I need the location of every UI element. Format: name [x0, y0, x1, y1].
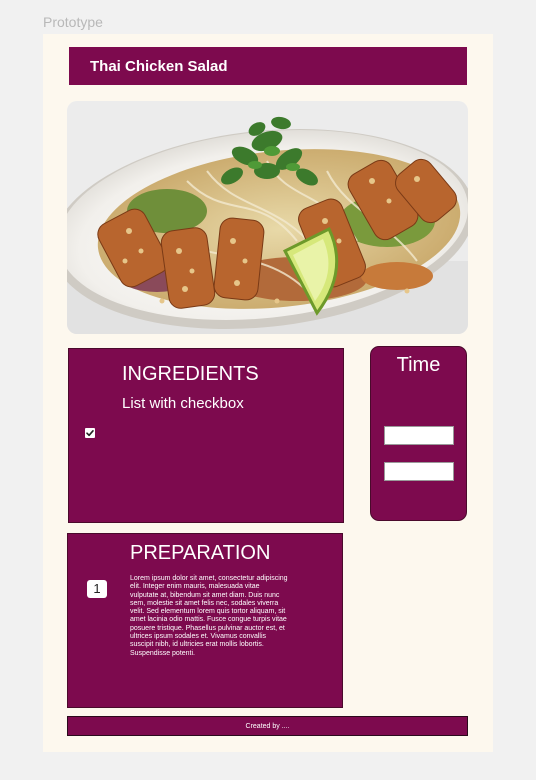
ingredients-subtitle: List with checkbox: [122, 395, 244, 412]
checkmark-icon: [86, 430, 94, 437]
prototype-label: Prototype: [43, 14, 103, 30]
ingredients-panel: INGREDIENTS List with checkbox: [68, 348, 344, 523]
salad-image: [67, 101, 468, 334]
time-title: Time: [396, 354, 441, 376]
time-panel: Time: [370, 346, 467, 521]
step-description: Lorem ipsum dolor sit amet, consectetur …: [130, 575, 288, 657]
recipe-title-bar: Thai Chicken Salad: [69, 47, 467, 85]
cook-time-input[interactable]: [384, 462, 454, 481]
recipe-photo: [67, 101, 468, 334]
ingredients-title: INGREDIENTS: [122, 363, 259, 385]
recipe-title: Thai Chicken Salad: [90, 57, 228, 75]
preparation-title: PREPARATION: [130, 542, 271, 564]
footer-credit: Created by ....: [245, 722, 290, 730]
prep-time-input[interactable]: [384, 426, 454, 445]
preparation-panel: PREPARATION 1 Lorem ipsum dolor sit amet…: [67, 533, 343, 708]
footer-bar: Created by ....: [67, 716, 468, 736]
ingredient-checkbox[interactable]: [85, 428, 95, 438]
step-number-badge: 1: [87, 580, 107, 598]
